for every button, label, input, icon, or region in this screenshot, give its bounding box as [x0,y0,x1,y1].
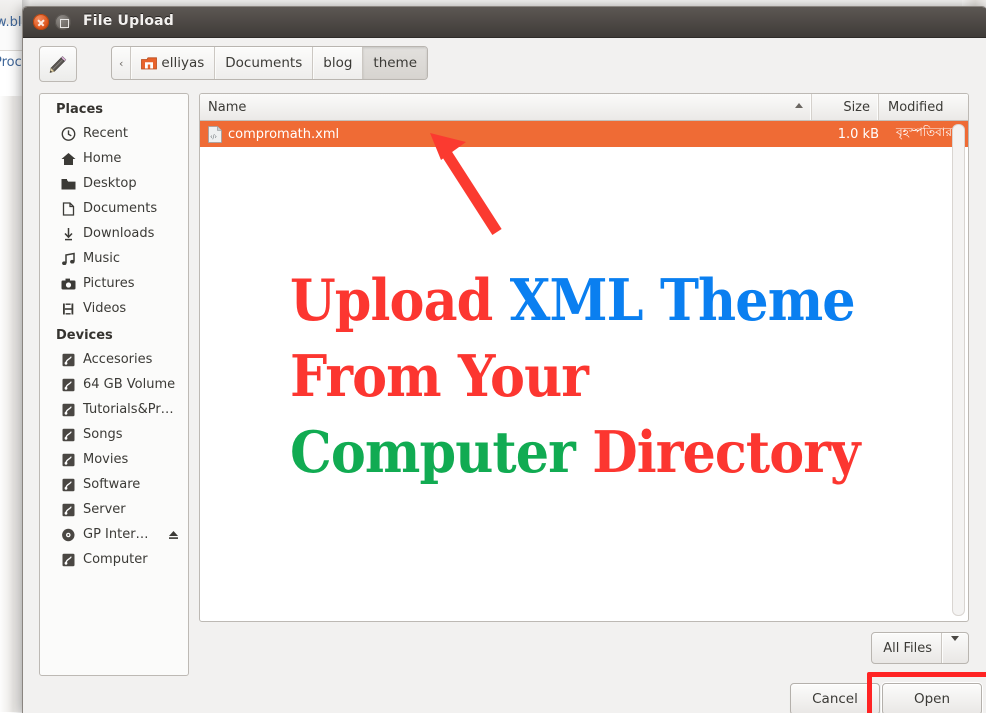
sidebar-item-label: Songs [83,427,122,442]
drive-icon [60,402,77,418]
column-header-modified[interactable]: Modified [878,94,968,120]
sidebar-item-tutorials[interactable]: Tutorials&Pr… [40,397,188,422]
download-icon [60,226,77,242]
xml-file-icon: ‹/› [208,126,222,143]
dialog-title: File Upload [83,13,174,29]
sidebar-item-computer[interactable]: Computer [40,547,188,572]
sidebar-item-label: Videos [83,301,126,316]
sidebar-item-software[interactable]: Software [40,472,188,497]
pencil-icon [48,54,68,74]
drive-icon [60,502,77,518]
sidebar-item-songs[interactable]: Songs [40,422,188,447]
dialog-titlebar[interactable]: File Upload [23,7,986,38]
sidebar-item-gp-internet[interactable]: GP Inter… [40,522,188,547]
sidebar-item-recent[interactable]: Recent [40,121,188,146]
disc-icon [60,527,77,543]
background-proc-text: Proc [0,55,22,70]
breadcrumb-blog[interactable]: blog [313,47,363,79]
camera-icon [60,276,77,292]
sidebar-item-label: Accesories [83,352,152,367]
file-list-pane: Name Size Modified ‹/› compromath.xml [199,93,969,622]
file-name-label: compromath.xml [228,127,339,142]
pathbar-row: ‹ elliyas Documents blog theme [23,38,986,88]
devices-header: Devices [40,321,188,347]
sidebar-item-label: Documents [83,201,157,216]
file-list-scrollbar[interactable] [952,124,965,616]
sidebar-item-videos[interactable]: Videos [40,296,188,321]
table-row[interactable]: ‹/› compromath.xml 1.0 kB বৃহস্পতিবার [200,121,968,147]
sidebar-item-label: GP Inter… [83,527,149,542]
sidebar-item-label: Recent [83,126,128,141]
sidebar-item-documents[interactable]: Documents [40,196,188,221]
sidebar-item-label: 64 GB Volume [83,377,175,392]
sidebar-item-desktop[interactable]: Desktop [40,171,188,196]
dialog-body: Places Recent Home Desktop Documents Dow… [23,87,986,713]
path-breadcrumb-bar[interactable]: ‹ elliyas Documents blog theme [111,46,428,80]
breadcrumb-overflow[interactable]: ‹ [112,47,131,79]
sidebar-item-label: Computer [83,552,148,567]
file-upload-dialog: File Upload ‹ [22,6,986,713]
breadcrumb-elliyas[interactable]: elliyas [131,47,215,79]
column-header-size[interactable]: Size [811,94,878,120]
sidebar-item-label: Server [83,502,126,517]
drive-icon [60,552,77,568]
sidebar-item-label: Movies [83,452,128,467]
drive-icon [60,352,77,368]
breadcrumb-theme[interactable]: theme [363,47,427,79]
sidebar-item-label: Software [83,477,140,492]
background-url-text: w.bl [0,15,21,30]
file-size-cell: 1.0 kB [829,127,887,142]
music-note-icon [60,251,77,267]
sidebar-item-server[interactable]: Server [40,497,188,522]
sidebar-item-label: Pictures [83,276,134,291]
file-list-header: Name Size Modified [200,94,968,121]
drive-icon [60,427,77,443]
sidebar-item-accesories[interactable]: Accesories [40,347,188,372]
desktop-folder-icon [60,176,77,192]
sidebar-item-pictures[interactable]: Pictures [40,271,188,296]
file-type-filter-dropdown[interactable]: All Files [871,632,969,664]
sidebar-item-label: Tutorials&Pr… [83,402,174,417]
svg-text:‹/›: ‹/› [210,133,217,140]
chevron-down-icon [942,641,968,656]
breadcrumb-documents[interactable]: Documents [215,47,313,79]
maximize-icon[interactable] [55,14,71,30]
drive-icon [60,452,77,468]
close-icon[interactable] [33,14,49,30]
home-folder-icon [141,56,157,70]
clock-icon [60,126,77,142]
drive-icon [60,477,77,493]
breadcrumb-label: elliyas [161,55,204,71]
file-name-cell: ‹/› compromath.xml [200,126,829,143]
eject-icon[interactable] [168,529,179,539]
sidebar-item-movies[interactable]: Movies [40,447,188,472]
sidebar-item-label: Home [83,151,121,166]
home-icon [60,151,77,167]
column-header-name-label: Name [208,100,246,115]
sidebar-item-downloads[interactable]: Downloads [40,221,188,246]
sidebar-item-music[interactable]: Music [40,246,188,271]
drive-icon [60,377,77,393]
film-icon [60,301,77,317]
open-button-highlight [867,672,986,713]
sidebar-item-64gb-volume[interactable]: 64 GB Volume [40,372,188,397]
column-header-name[interactable]: Name [200,94,811,120]
file-type-filter-label: All Files [872,641,941,656]
sidebar-item-label: Downloads [83,226,154,241]
places-header: Places [40,94,188,121]
document-icon [60,201,77,217]
places-sidebar: Places Recent Home Desktop Documents Dow… [39,93,189,676]
sidebar-item-home[interactable]: Home [40,146,188,171]
type-filename-button[interactable] [39,46,77,82]
background-left-scrollstrip [0,96,22,712]
sidebar-item-label: Desktop [83,176,137,191]
sidebar-item-label: Music [83,251,120,266]
sort-ascending-icon [795,103,803,108]
